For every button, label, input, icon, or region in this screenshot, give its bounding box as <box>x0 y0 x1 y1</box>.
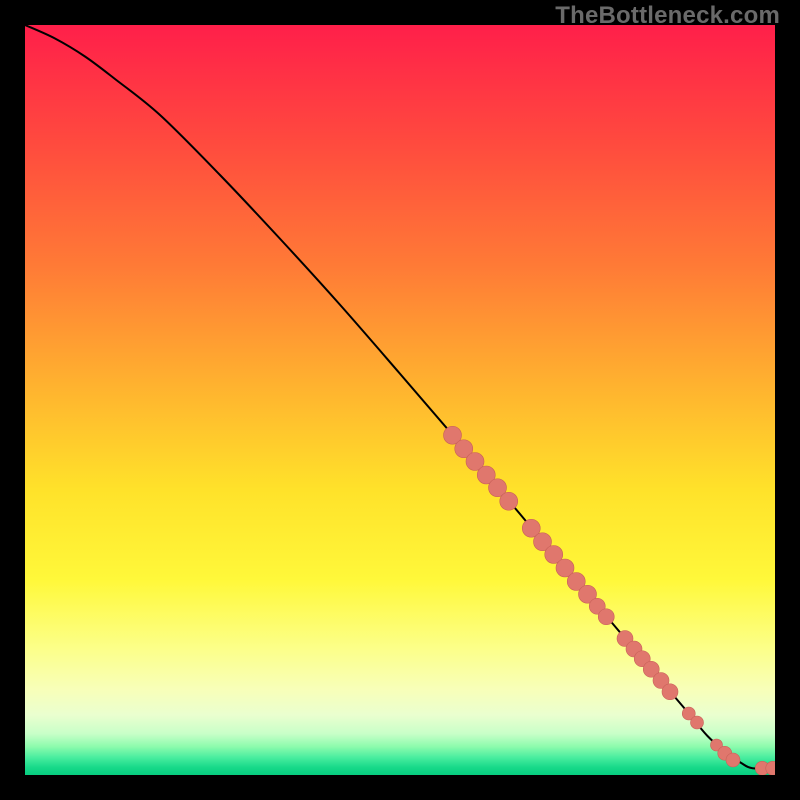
watermark-text: TheBottleneck.com <box>555 2 780 30</box>
chart-background <box>25 25 775 775</box>
stage: TheBottleneck.com <box>0 0 800 800</box>
marker-dot <box>598 609 614 625</box>
chart-svg <box>25 25 775 775</box>
marker-dot <box>500 492 518 510</box>
chart-plot <box>25 25 775 775</box>
marker-dot <box>726 753 740 767</box>
marker-dot <box>662 684 678 700</box>
marker-dot <box>691 716 704 729</box>
